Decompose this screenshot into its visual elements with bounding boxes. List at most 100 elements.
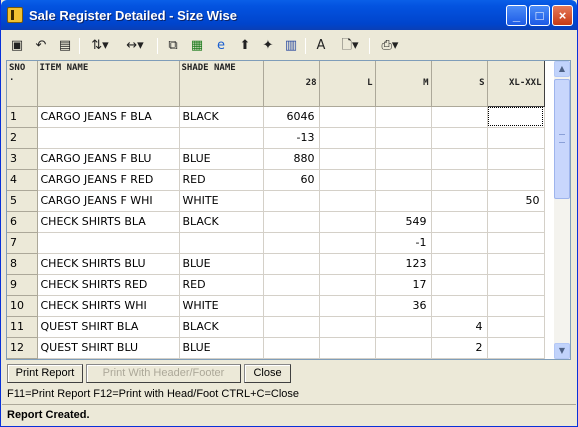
- column-header-28[interactable]: 28: [263, 61, 320, 107]
- column-header-s[interactable]: S: [431, 61, 488, 107]
- size-28-cell[interactable]: [263, 274, 320, 296]
- size-m-cell[interactable]: 17: [375, 274, 432, 296]
- size-l-cell[interactable]: [319, 169, 376, 191]
- sno-cell[interactable]: 5: [7, 190, 38, 212]
- size-xl-xxl-cell[interactable]: 50: [487, 190, 545, 212]
- print-with-header-footer-button[interactable]: Print With Header/Footer: [86, 364, 241, 383]
- shade-name-cell[interactable]: RED: [179, 169, 264, 191]
- table-row[interactable]: 8 CHECK SHIRTS BLU BLUE 123: [7, 253, 545, 275]
- sno-cell[interactable]: 2: [7, 127, 38, 149]
- size-s-cell[interactable]: [431, 148, 488, 170]
- size-l-cell[interactable]: [319, 253, 376, 275]
- shade-name-cell[interactable]: [179, 127, 264, 149]
- shade-name-cell[interactable]: BLACK: [179, 106, 264, 128]
- size-28-cell[interactable]: [263, 295, 320, 317]
- size-s-cell[interactable]: [431, 169, 488, 191]
- size-28-cell[interactable]: 6046: [263, 106, 320, 128]
- sno-cell[interactable]: 7: [7, 232, 38, 254]
- size-28-cell[interactable]: [263, 337, 320, 359]
- table-row[interactable]: 2 -13: [7, 127, 545, 149]
- size-s-cell[interactable]: [431, 274, 488, 296]
- table-row[interactable]: 11 QUEST SHIRT BLA BLACK 4: [7, 316, 545, 338]
- size-xl-xxl-cell[interactable]: [487, 211, 545, 233]
- font-icon[interactable]: A: [311, 35, 331, 57]
- print-setup-icon[interactable]: ▤: [55, 35, 75, 57]
- scroll-up-button[interactable]: ▲: [554, 61, 570, 77]
- excel-icon[interactable]: ▦: [187, 35, 207, 57]
- size-xl-xxl-cell[interactable]: [487, 274, 545, 296]
- maximize-button[interactable]: □: [529, 5, 550, 26]
- size-l-cell[interactable]: [319, 274, 376, 296]
- size-28-cell[interactable]: [263, 232, 320, 254]
- size-m-cell[interactable]: -1: [375, 232, 432, 254]
- size-28-cell[interactable]: [263, 211, 320, 233]
- shade-name-cell[interactable]: [179, 232, 264, 254]
- column-header-l[interactable]: L: [319, 61, 376, 107]
- size-l-cell[interactable]: [319, 211, 376, 233]
- size-l-cell[interactable]: [319, 190, 376, 212]
- size-m-cell[interactable]: [375, 190, 432, 212]
- size-28-cell[interactable]: [263, 253, 320, 275]
- scroll-down-button[interactable]: ▼: [554, 343, 570, 359]
- size-xl-xxl-cell[interactable]: [487, 316, 545, 338]
- table-row[interactable]: 9 CHECK SHIRTS RED RED 17: [7, 274, 545, 296]
- size-s-cell[interactable]: [431, 295, 488, 317]
- shade-name-cell[interactable]: BLUE: [179, 337, 264, 359]
- size-m-cell[interactable]: [375, 169, 432, 191]
- size-l-cell[interactable]: [319, 295, 376, 317]
- printer-icon[interactable]: ⎙▾: [375, 35, 405, 57]
- item-name-cell[interactable]: CHECK SHIRTS BLU: [37, 253, 180, 275]
- sno-cell[interactable]: 6: [7, 211, 38, 233]
- size-m-cell[interactable]: [375, 316, 432, 338]
- size-l-cell[interactable]: [319, 127, 376, 149]
- size-xl-xxl-cell[interactable]: [487, 148, 545, 170]
- table-row[interactable]: 4 CARGO JEANS F RED RED 60: [7, 169, 545, 191]
- find-icon[interactable]: ✦: [258, 35, 278, 57]
- size-xl-xxl-cell[interactable]: [487, 295, 545, 317]
- internet-explorer-icon[interactable]: e: [211, 35, 231, 57]
- table-row[interactable]: 12 QUEST SHIRT BLU BLUE 2: [7, 337, 545, 359]
- vertical-scrollbar[interactable]: ▲ ▼: [554, 61, 570, 359]
- undo-icon[interactable]: ↶: [31, 35, 51, 57]
- item-name-cell[interactable]: [37, 127, 180, 149]
- item-name-cell[interactable]: CARGO JEANS F WHI: [37, 190, 180, 212]
- shade-name-cell[interactable]: RED: [179, 274, 264, 296]
- size-xl-xxl-cell[interactable]: [487, 127, 545, 149]
- size-l-cell[interactable]: [319, 232, 376, 254]
- size-l-cell[interactable]: [319, 316, 376, 338]
- size-xl-xxl-cell[interactable]: [487, 169, 545, 191]
- shade-name-cell[interactable]: BLACK: [179, 211, 264, 233]
- table-row[interactable]: 6 CHECK SHIRTS BLA BLACK 549: [7, 211, 545, 233]
- sno-cell[interactable]: 1: [7, 106, 38, 128]
- size-s-cell[interactable]: [431, 190, 488, 212]
- column-width-icon[interactable]: ↔▾: [118, 35, 152, 57]
- size-m-cell[interactable]: [375, 337, 432, 359]
- size-28-cell[interactable]: 60: [263, 169, 320, 191]
- item-name-cell[interactable]: CHECK SHIRTS BLA: [37, 211, 180, 233]
- size-xl-xxl-cell[interactable]: [487, 106, 545, 128]
- size-28-cell[interactable]: [263, 190, 320, 212]
- item-name-cell[interactable]: CHECK SHIRTS RED: [37, 274, 180, 296]
- table-row[interactable]: 5 CARGO JEANS F WHI WHITE 50: [7, 190, 545, 212]
- shade-name-cell[interactable]: BLUE: [179, 253, 264, 275]
- size-m-cell[interactable]: 36: [375, 295, 432, 317]
- sno-cell[interactable]: 4: [7, 169, 38, 191]
- sort-icon[interactable]: ⇅▾: [85, 35, 115, 57]
- up-arrow-icon[interactable]: ⬆: [235, 35, 255, 57]
- size-28-cell[interactable]: -13: [263, 127, 320, 149]
- size-28-cell[interactable]: [263, 316, 320, 338]
- sno-cell[interactable]: 11: [7, 316, 38, 338]
- shade-name-cell[interactable]: WHITE: [179, 295, 264, 317]
- size-l-cell[interactable]: [319, 337, 376, 359]
- size-s-cell[interactable]: [431, 232, 488, 254]
- copy-icon[interactable]: ⧉: [163, 35, 183, 57]
- size-m-cell[interactable]: 549: [375, 211, 432, 233]
- item-name-cell[interactable]: CARGO JEANS F BLA: [37, 106, 180, 128]
- size-s-cell[interactable]: [431, 127, 488, 149]
- table-row[interactable]: 3 CARGO JEANS F BLU BLUE 880: [7, 148, 545, 170]
- size-m-cell[interactable]: 123: [375, 253, 432, 275]
- print-report-button[interactable]: Print Report: [7, 364, 83, 383]
- size-m-cell[interactable]: [375, 106, 432, 128]
- title-bar[interactable]: Sale Register Detailed - Size Wise _ □ ×: [1, 0, 577, 30]
- bar-chart-icon[interactable]: ▥: [281, 35, 301, 57]
